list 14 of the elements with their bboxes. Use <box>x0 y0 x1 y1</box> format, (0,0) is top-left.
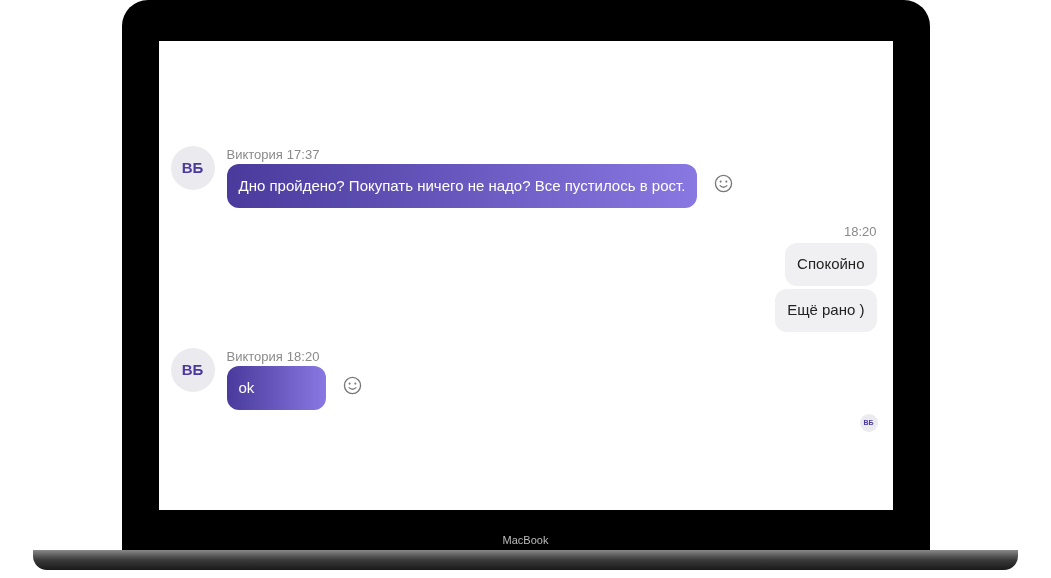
smiley-icon[interactable] <box>714 174 734 193</box>
avatar: ВБ <box>170 146 215 190</box>
message-bubble: Дно пройдено? Покупать ничего не надо? Все пустилось в рост. <box>226 164 698 208</box>
avatar: ВБ <box>170 348 215 392</box>
message-bubble: Спокойно <box>785 243 877 286</box>
message-time: 17:37 <box>286 147 320 163</box>
message-bubble: Ещё рано ) <box>775 289 877 332</box>
message-time: 18:20 <box>286 349 320 365</box>
author-name: Виктория <box>226 349 283 365</box>
smiley-icon[interactable] <box>342 376 362 395</box>
message-bubble: ok <box>226 366 326 410</box>
author-name: Виктория <box>226 147 283 163</box>
device-label: MacBook <box>502 534 549 547</box>
message-time: 18:20 <box>843 224 877 240</box>
